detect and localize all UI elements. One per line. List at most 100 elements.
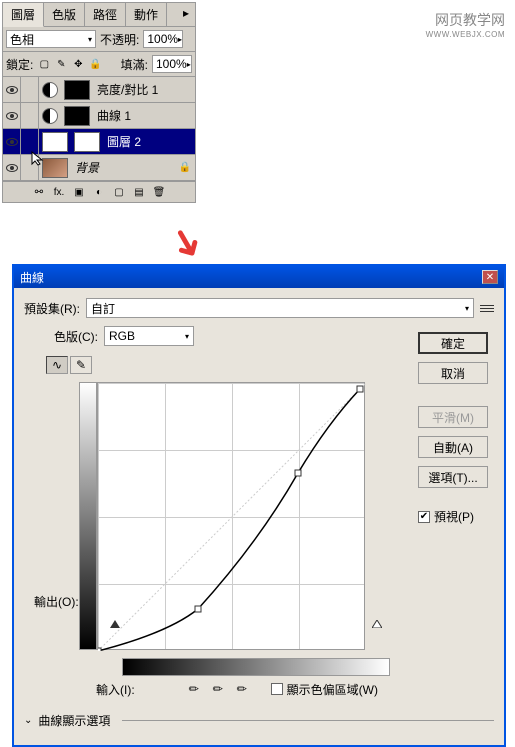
- black-eyedropper-icon[interactable]: ✎: [181, 676, 206, 701]
- layer-name: 背景: [71, 159, 179, 176]
- new-group-icon[interactable]: ▢: [112, 185, 126, 199]
- tab-paths[interactable]: 路徑: [85, 3, 126, 26]
- adjustment-icon: [42, 108, 58, 124]
- layer-thumb: [42, 132, 68, 152]
- mask-thumb: [64, 106, 90, 126]
- visibility-toggle[interactable]: [3, 155, 21, 180]
- preview-row: ✔ 預視(P): [418, 508, 488, 525]
- link-layers-icon[interactable]: ⚯: [32, 185, 46, 199]
- channel-label: 色版(C):: [54, 328, 98, 345]
- preset-label: 預設集(R):: [24, 300, 80, 317]
- curves-dialog: 曲線 ✕ 預設集(R): 自訂 ▾ 色版(C): RGB ▾ ∿ ✎ 輸出(O)…: [12, 264, 506, 747]
- visibility-toggle[interactable]: [3, 129, 21, 154]
- output-label: 輸出(O):: [34, 593, 79, 610]
- fill-input[interactable]: 100% ▸: [152, 55, 192, 73]
- preview-checkbox[interactable]: ✔: [418, 511, 430, 523]
- layer-item[interactable]: 亮度/對比 1: [3, 77, 195, 103]
- channel-value: RGB: [109, 329, 135, 343]
- layer-style-icon[interactable]: fx.: [52, 185, 66, 199]
- opacity-label: 不透明:: [100, 31, 139, 48]
- smooth-button[interactable]: 平滑(M): [418, 406, 488, 428]
- title-bar[interactable]: 曲線 ✕: [14, 266, 504, 288]
- tab-channels[interactable]: 色版: [44, 3, 85, 26]
- add-mask-icon[interactable]: ▣: [72, 185, 86, 199]
- link-col[interactable]: [21, 103, 39, 128]
- preset-menu-icon[interactable]: [480, 301, 494, 315]
- watermark: 网页教学网 WWW.WEBJX.COM: [426, 10, 505, 39]
- eye-icon: [6, 112, 18, 120]
- curve-point[interactable]: [357, 386, 363, 392]
- baseline-diagonal: [98, 383, 366, 651]
- ok-button[interactable]: 確定: [418, 332, 488, 354]
- lock-fill-row: 鎖定: ▢ ✎ ✥ 🔒 填滿: 100% ▸: [3, 52, 195, 77]
- layer-name: 曲線 1: [93, 107, 195, 124]
- curve-grid[interactable]: [97, 382, 365, 650]
- channel-select[interactable]: RGB ▾: [104, 326, 194, 346]
- eyedropper-row: ✎ ✎ ✎: [185, 680, 251, 698]
- white-eyedropper-icon[interactable]: ✎: [229, 676, 254, 701]
- curve-pencil-tool[interactable]: ✎: [70, 356, 92, 374]
- blend-mode-select[interactable]: 色相 ▾: [6, 30, 96, 48]
- layer-name: 亮度/對比 1: [93, 81, 195, 98]
- lock-transparency-icon[interactable]: ▢: [37, 57, 51, 71]
- curve-svg: [98, 383, 366, 651]
- preset-value: 自訂: [91, 300, 115, 317]
- lock-label: 鎖定:: [6, 56, 33, 73]
- curve-point-tool[interactable]: ∿: [46, 356, 68, 374]
- blend-mode-value: 色相: [10, 31, 34, 48]
- link-col[interactable]: [21, 77, 39, 102]
- cursor-icon: [30, 150, 46, 166]
- dialog-buttons: 確定 取消 平滑(M) 自動(A) 選項(T)... ✔ 預視(P): [418, 332, 488, 525]
- black-point-slider[interactable]: [110, 620, 120, 628]
- tab-actions[interactable]: 動作: [126, 3, 167, 26]
- show-clipping-row: 顯示色偏區域(W): [271, 681, 378, 698]
- cancel-button[interactable]: 取消: [418, 362, 488, 384]
- layer-item[interactable]: 曲線 1: [3, 103, 195, 129]
- mask-thumb: [74, 132, 100, 152]
- opacity-input[interactable]: 100% ▸: [143, 30, 183, 48]
- curve-point[interactable]: [195, 606, 201, 612]
- panel-menu-icon[interactable]: ▸: [177, 3, 195, 26]
- lock-all-icon[interactable]: 🔒: [88, 57, 102, 71]
- adjustment-icon: [42, 82, 58, 98]
- dialog-title: 曲線: [20, 269, 44, 286]
- new-layer-icon[interactable]: ▤: [132, 185, 146, 199]
- show-clipping-label: 顯示色偏區域(W): [287, 681, 378, 698]
- chevron-right-icon: ▸: [178, 35, 182, 44]
- curve-point[interactable]: [98, 648, 101, 651]
- output-gradient: [79, 382, 97, 650]
- curve-point[interactable]: [295, 470, 301, 476]
- gray-eyedropper-icon[interactable]: ✎: [205, 676, 230, 701]
- delete-layer-icon[interactable]: 🗑: [152, 185, 166, 199]
- adjustment-layer-icon[interactable]: ◐: [92, 185, 106, 199]
- curve-tool-buttons: ∿ ✎: [46, 356, 92, 374]
- dialog-body: 預設集(R): 自訂 ▾ 色版(C): RGB ▾ ∿ ✎ 輸出(O):: [14, 288, 504, 745]
- lock-icons: ▢ ✎ ✥ 🔒: [37, 57, 102, 71]
- preset-select[interactable]: 自訂 ▾: [86, 298, 474, 318]
- blend-opacity-row: 色相 ▾ 不透明: 100% ▸: [3, 27, 195, 52]
- close-button[interactable]: ✕: [482, 270, 498, 284]
- watermark-url: WWW.WEBJX.COM: [426, 30, 505, 39]
- arrow-icon: ➜: [158, 217, 215, 269]
- eye-icon: [6, 164, 18, 172]
- eye-icon: [6, 138, 18, 146]
- visibility-toggle[interactable]: [3, 103, 21, 128]
- chevron-down-icon: ▾: [465, 304, 469, 313]
- input-label: 輸入(I):: [96, 681, 135, 698]
- auto-button[interactable]: 自動(A): [418, 436, 488, 458]
- panel-tabs: 圖層 色版 路徑 動作 ▸: [3, 3, 195, 27]
- mask-thumb: [64, 80, 90, 100]
- visibility-toggle[interactable]: [3, 77, 21, 102]
- lock-icon: 🔒: [179, 162, 191, 173]
- layers-panel: 圖層 色版 路徑 動作 ▸ 色相 ▾ 不透明: 100% ▸ 鎖定: ▢ ✎ ✥…: [2, 2, 196, 203]
- lock-move-icon[interactable]: ✥: [71, 57, 85, 71]
- chevron-down-icon: ▾: [185, 332, 189, 341]
- tab-layers[interactable]: 圖層: [3, 3, 44, 27]
- watermark-cn: 网页教学网: [426, 10, 505, 30]
- layer-name: 圖層 2: [103, 133, 195, 150]
- white-point-slider[interactable]: [372, 620, 382, 628]
- lock-brush-icon[interactable]: ✎: [54, 57, 68, 71]
- options-button[interactable]: 選項(T)...: [418, 466, 488, 488]
- show-clipping-checkbox[interactable]: [271, 683, 283, 695]
- chevron-down-icon: ▾: [88, 35, 92, 44]
